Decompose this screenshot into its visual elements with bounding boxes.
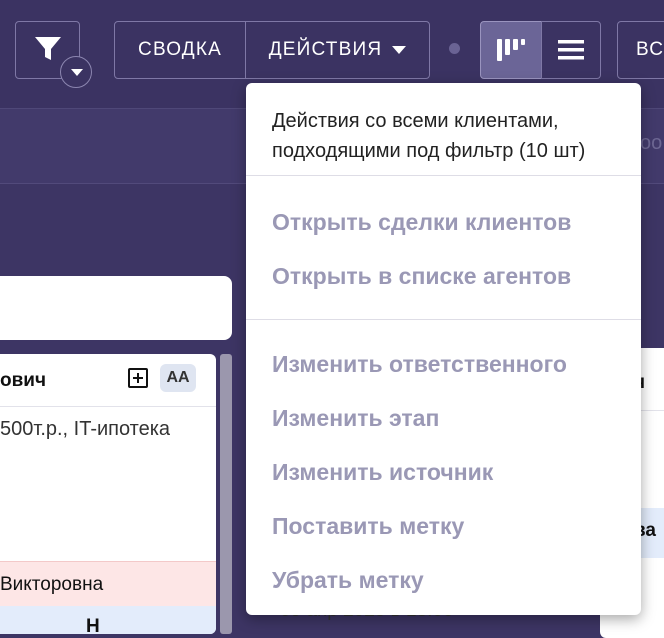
client-name: Викторовна: [0, 574, 104, 595]
menu-item-change-stage[interactable]: Изменить этап: [272, 405, 439, 432]
menu-item-open-deals[interactable]: Открыть сделки клиентов: [272, 209, 571, 236]
filter-dropdown-toggle[interactable]: [60, 56, 92, 88]
kanban-view-button[interactable]: [480, 21, 542, 79]
column-header: ович АА: [0, 354, 216, 407]
add-icon[interactable]: [128, 368, 148, 388]
menu-item-open-agents-list[interactable]: Открыть в списке агентов: [272, 263, 571, 290]
filter-button[interactable]: [15, 21, 92, 88]
menu-divider: [246, 319, 641, 320]
menu-item-add-tag[interactable]: Поставить метку: [272, 513, 464, 540]
list-item[interactable]: Н: [0, 606, 216, 634]
card-description: 500т.р., IT-ипотека: [0, 418, 171, 440]
list-icon: [558, 40, 584, 60]
summary-button[interactable]: СВОДКА: [114, 21, 246, 79]
chevron-down-icon: [392, 46, 407, 54]
kanban-icon: [497, 39, 525, 61]
avatar[interactable]: АА: [160, 364, 196, 392]
all-button-label: ВС: [636, 39, 664, 60]
menu-header: Действия со всеми клиентами, подходящими…: [272, 110, 586, 162]
filter-icon: [35, 37, 61, 60]
menu-item-change-responsible[interactable]: Изменить ответственного: [272, 351, 567, 378]
actions-dropdown-menu: Действия со всеми клиентами, подходящими…: [246, 83, 641, 615]
list-item-label: Н: [86, 616, 100, 634]
summary-button-label: СВОДКА: [138, 39, 222, 60]
all-button[interactable]: ВС: [617, 21, 664, 79]
menu-divider: [246, 175, 641, 176]
list-view-button[interactable]: [541, 21, 601, 79]
actions-button[interactable]: ДЕЙСТВИЯ: [245, 21, 430, 79]
kanban-column-left: ович АА 500т.р., IT-ипотека Викторовна Н: [0, 354, 216, 634]
menu-item-remove-tag[interactable]: Убрать метку: [272, 567, 424, 594]
column-title: ович: [0, 370, 46, 391]
actions-button-label: ДЕЙСТВИЯ: [268, 39, 383, 60]
status-dot: [449, 43, 460, 54]
menu-item-change-source[interactable]: Изменить источник: [272, 459, 493, 486]
highlighted-row[interactable]: Викторовна: [0, 561, 216, 606]
faded-label: оо: [640, 132, 663, 154]
search-card[interactable]: [0, 276, 232, 340]
chevron-down-icon: [71, 69, 83, 76]
scrollbar[interactable]: [220, 354, 232, 634]
